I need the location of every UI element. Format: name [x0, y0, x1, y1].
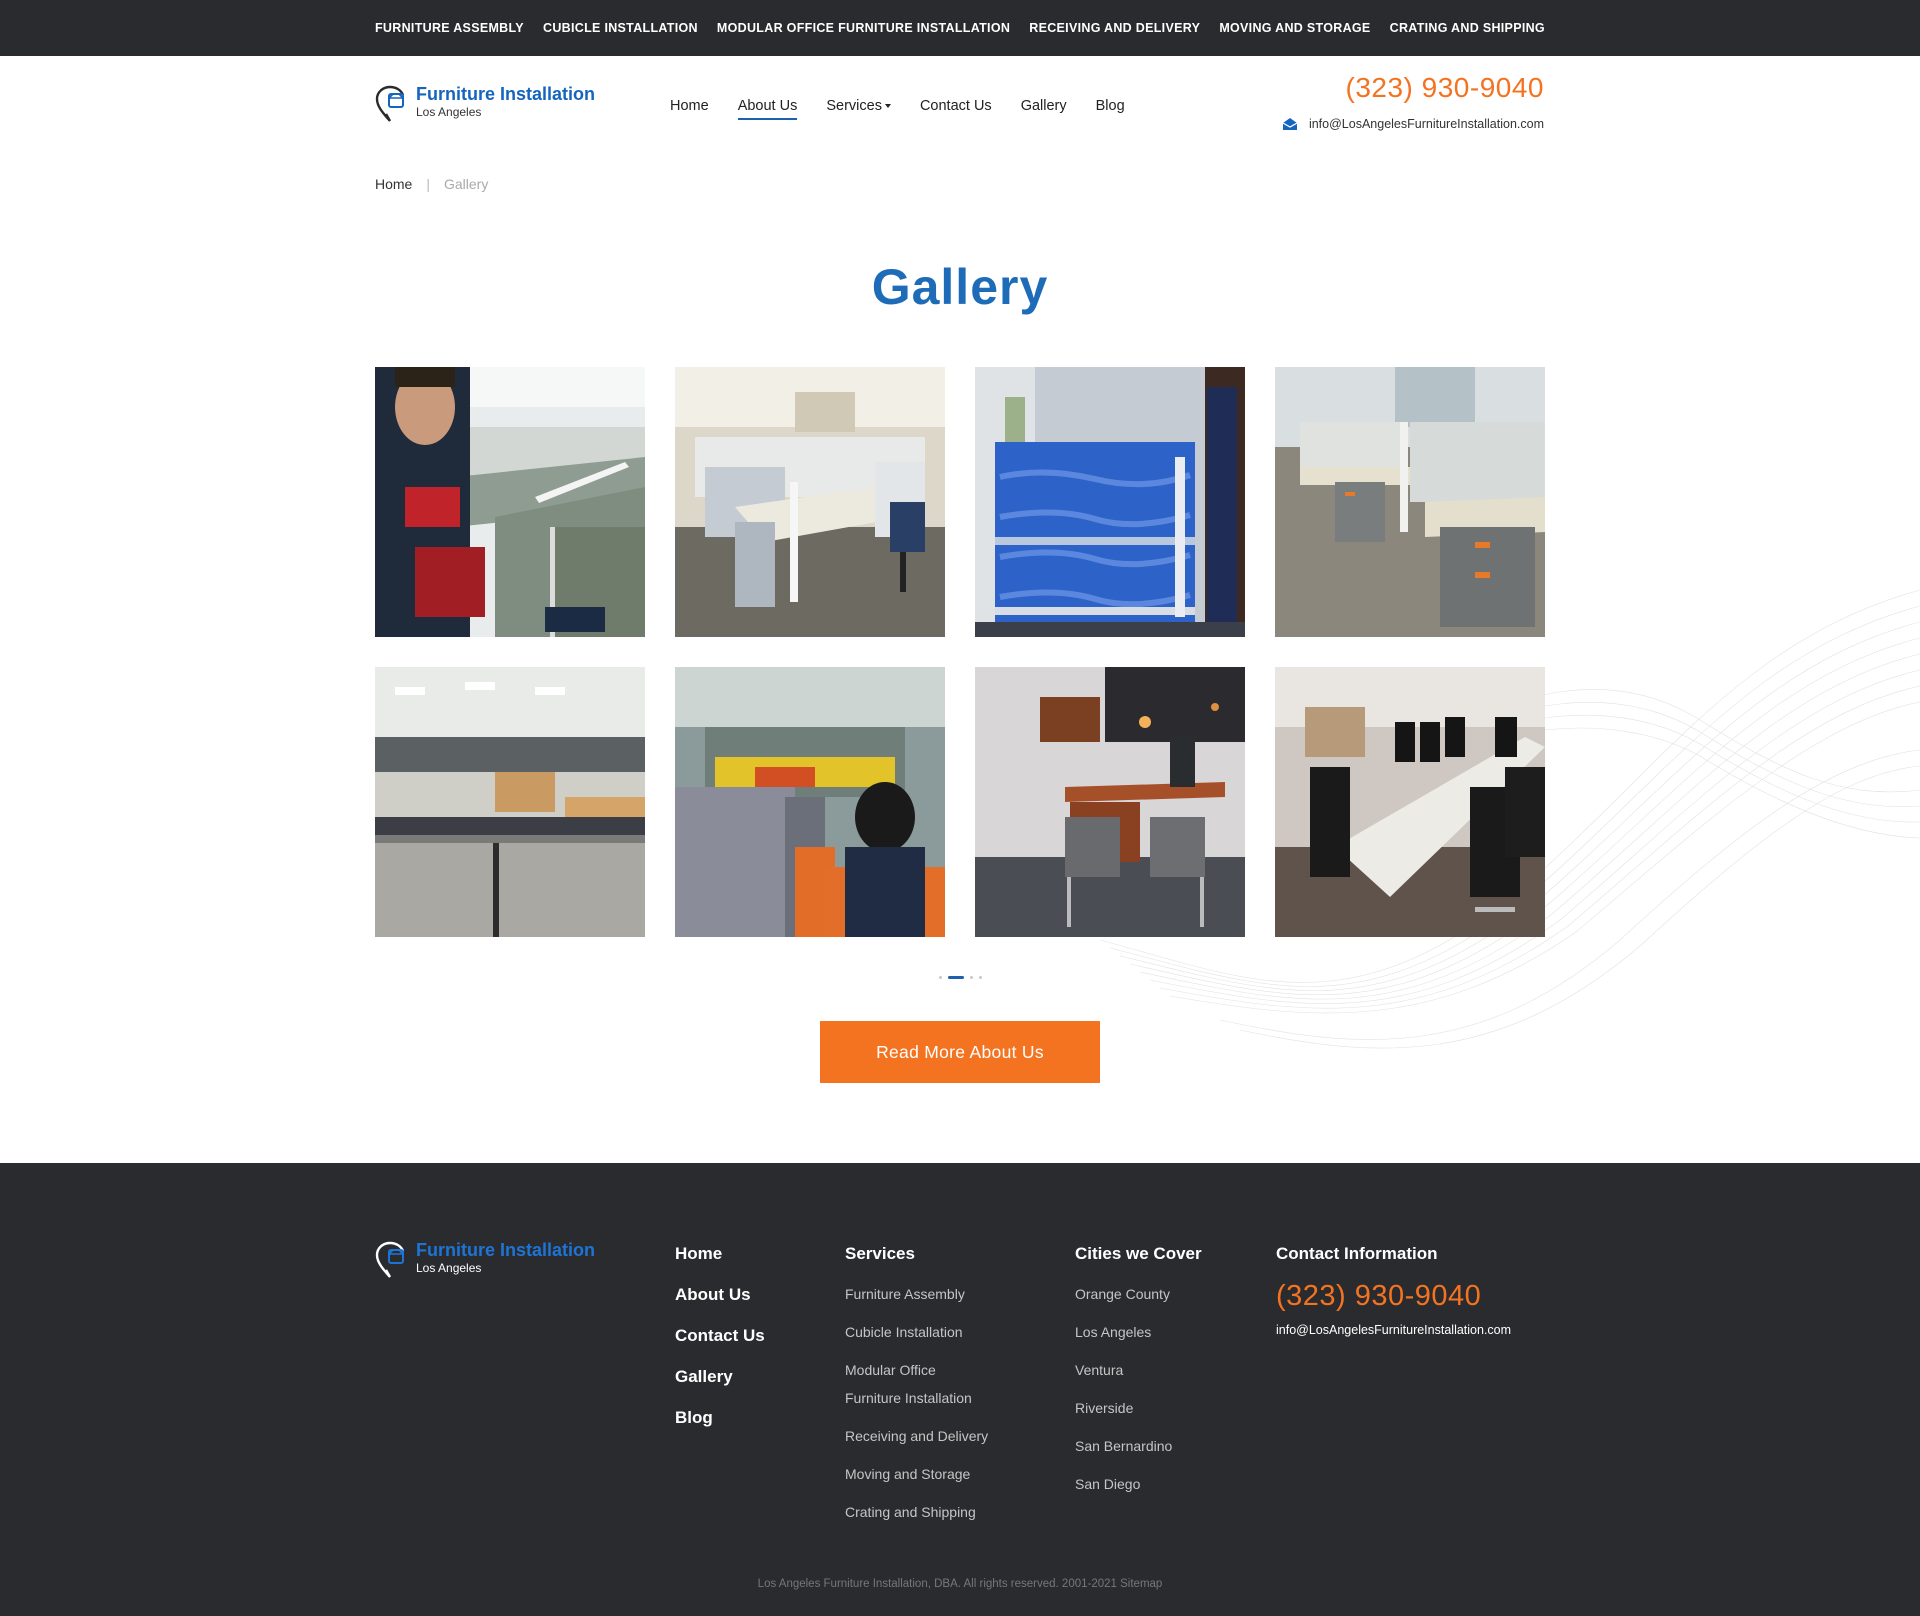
nav-gallery[interactable]: Gallery [1021, 98, 1067, 120]
gallery-photo-white-cubicles[interactable] [675, 367, 945, 637]
nav-blog[interactable]: Blog [1096, 98, 1125, 120]
footer-cities-heading: Cities we Cover [1075, 1244, 1202, 1263]
breadcrumb-home[interactable]: Home [375, 176, 412, 192]
top-link-moving-storage[interactable]: MOVING AND STORAGE [1219, 21, 1370, 35]
gallery-pagination [0, 976, 1920, 979]
copyright-text: Los Angeles Furniture Installation, DBA.… [757, 1578, 1163, 1590]
footer-link-gallery[interactable]: Gallery [675, 1367, 765, 1387]
footer-email[interactable]: info@LosAngelesFurnitureInstallation.com [1276, 1323, 1511, 1337]
footer-service-modular-office-line1: Modular Office [845, 1362, 936, 1378]
footer-contact-heading: Contact Information [1276, 1244, 1438, 1263]
gallery-photo-blue-moving-blankets[interactable] [975, 367, 1245, 637]
pagination-dot-3[interactable] [969, 976, 973, 979]
gallery-photo-warehouse-worker[interactable] [675, 667, 945, 937]
footer-main-links: Home About Us Contact Us Gallery Blog [675, 1244, 765, 1449]
footer-logo[interactable]: Furniture Installation Los Angeles [374, 1240, 595, 1280]
gallery-photo-worker-installing-cubicle[interactable] [375, 367, 645, 637]
page-title: Gallery [871, 259, 1049, 315]
location-pin-box-icon [375, 1241, 405, 1278]
footer-link-about-us[interactable]: About Us [675, 1285, 765, 1305]
breadcrumb-separator: | [426, 176, 430, 192]
top-link-cubicle-installation[interactable]: CUBICLE INSTALLATION [543, 21, 698, 35]
footer-city-san-diego[interactable]: San Diego [1075, 1470, 1202, 1498]
envelope-icon [1282, 118, 1297, 130]
gallery-grid [375, 367, 1545, 937]
header-email[interactable]: info@LosAngelesFurnitureInstallation.com [1282, 117, 1544, 131]
header-email-text: info@LosAngelesFurnitureInstallation.com [1308, 117, 1544, 131]
gallery-photo-open-office-cubicles[interactable] [375, 667, 645, 937]
header-logo[interactable]: Furniture Installation Los Angeles [374, 84, 595, 124]
logo-text: Furniture Installation Los Angeles [416, 84, 595, 119]
location-pin-box-icon [375, 85, 405, 122]
footer-service-cubicle-installation[interactable]: Cubicle Installation [845, 1318, 988, 1346]
nav-contact-us[interactable]: Contact Us [920, 98, 992, 120]
nav-services[interactable]: Services [826, 98, 891, 120]
footer-phone[interactable]: (323) 930-9040 [1276, 1280, 1511, 1313]
pagination-dot-1[interactable] [938, 976, 942, 979]
footer-services-heading: Services [845, 1244, 915, 1263]
nav-about-us[interactable]: About Us [737, 98, 798, 120]
top-service-bar: FURNITURE ASSEMBLY CUBICLE INSTALLATION … [0, 0, 1920, 56]
logo-title: Furniture Installation [416, 84, 596, 104]
gallery-photo-conference-table[interactable] [1275, 667, 1545, 937]
footer-logo-title: Furniture Installation [416, 1240, 596, 1260]
top-link-receiving-delivery[interactable]: RECEIVING AND DELIVERY [1029, 21, 1200, 35]
caret-down-icon [884, 104, 891, 109]
footer-logo-text: Furniture Installation Los Angeles [416, 1240, 595, 1275]
photo-image [675, 667, 945, 937]
logo-subtitle: Los Angeles [416, 105, 482, 119]
breadcrumb: Home | Gallery [375, 176, 488, 192]
photo-image [975, 667, 1245, 937]
footer-cities: Cities we Cover Orange County Los Angele… [1075, 1244, 1202, 1508]
top-link-modular-office[interactable]: MODULAR OFFICE FURNITURE INSTALLATION [717, 21, 1010, 35]
header-phone[interactable]: (323) 930-9040 [1346, 72, 1544, 104]
top-service-links: FURNITURE ASSEMBLY CUBICLE INSTALLATION … [375, 0, 1545, 56]
footer-city-orange-county[interactable]: Orange County [1075, 1280, 1202, 1308]
footer-service-furniture-assembly[interactable]: Furniture Assembly [845, 1280, 988, 1308]
pagination-dot-4[interactable] [978, 976, 982, 979]
gallery-photo-private-office[interactable] [975, 667, 1245, 937]
footer-services: Services Furniture Assembly Cubicle Inst… [845, 1244, 988, 1536]
photo-image [375, 367, 645, 637]
footer-contact: Contact Information (323) 930-9040 info@… [1276, 1244, 1511, 1337]
photo-image [675, 367, 945, 637]
footer-service-crating-shipping[interactable]: Crating and Shipping [845, 1498, 988, 1526]
pagination-dot-2[interactable] [947, 976, 964, 979]
main-nav: Home About Us Services Contact Us Galler… [670, 98, 1154, 120]
nav-services-label: Services [826, 98, 882, 114]
footer-link-blog[interactable]: Blog [675, 1408, 765, 1428]
footer-service-modular-office-line2: Furniture Installation [845, 1390, 972, 1406]
photo-image [375, 667, 645, 937]
footer-city-san-bernardino[interactable]: San Bernardino [1075, 1432, 1202, 1460]
footer-service-moving-storage[interactable]: Moving and Storage [845, 1460, 988, 1488]
footer-logo-subtitle: Los Angeles [416, 1261, 482, 1275]
photo-image [1275, 667, 1545, 937]
footer-service-modular-office[interactable]: Modular Office Furniture Installation [845, 1356, 988, 1412]
breadcrumb-current: Gallery [444, 176, 489, 192]
footer-city-riverside[interactable]: Riverside [1075, 1394, 1202, 1422]
footer-link-home[interactable]: Home [675, 1244, 765, 1264]
top-link-furniture-assembly[interactable]: FURNITURE ASSEMBLY [375, 21, 524, 35]
nav-home[interactable]: Home [670, 98, 709, 120]
gallery-photo-gray-cubicle-desk[interactable] [1275, 367, 1545, 637]
read-more-about-us-button[interactable]: Read More About Us [820, 1021, 1100, 1083]
photo-image [1275, 367, 1545, 637]
footer-city-ventura[interactable]: Ventura [1075, 1356, 1202, 1384]
top-link-crating-shipping[interactable]: CRATING AND SHIPPING [1390, 21, 1545, 35]
photo-image [975, 367, 1245, 637]
footer-city-los-angeles[interactable]: Los Angeles [1075, 1318, 1202, 1346]
footer-service-receiving-delivery[interactable]: Receiving and Delivery [845, 1422, 988, 1450]
footer-link-contact-us[interactable]: Contact Us [675, 1326, 765, 1346]
